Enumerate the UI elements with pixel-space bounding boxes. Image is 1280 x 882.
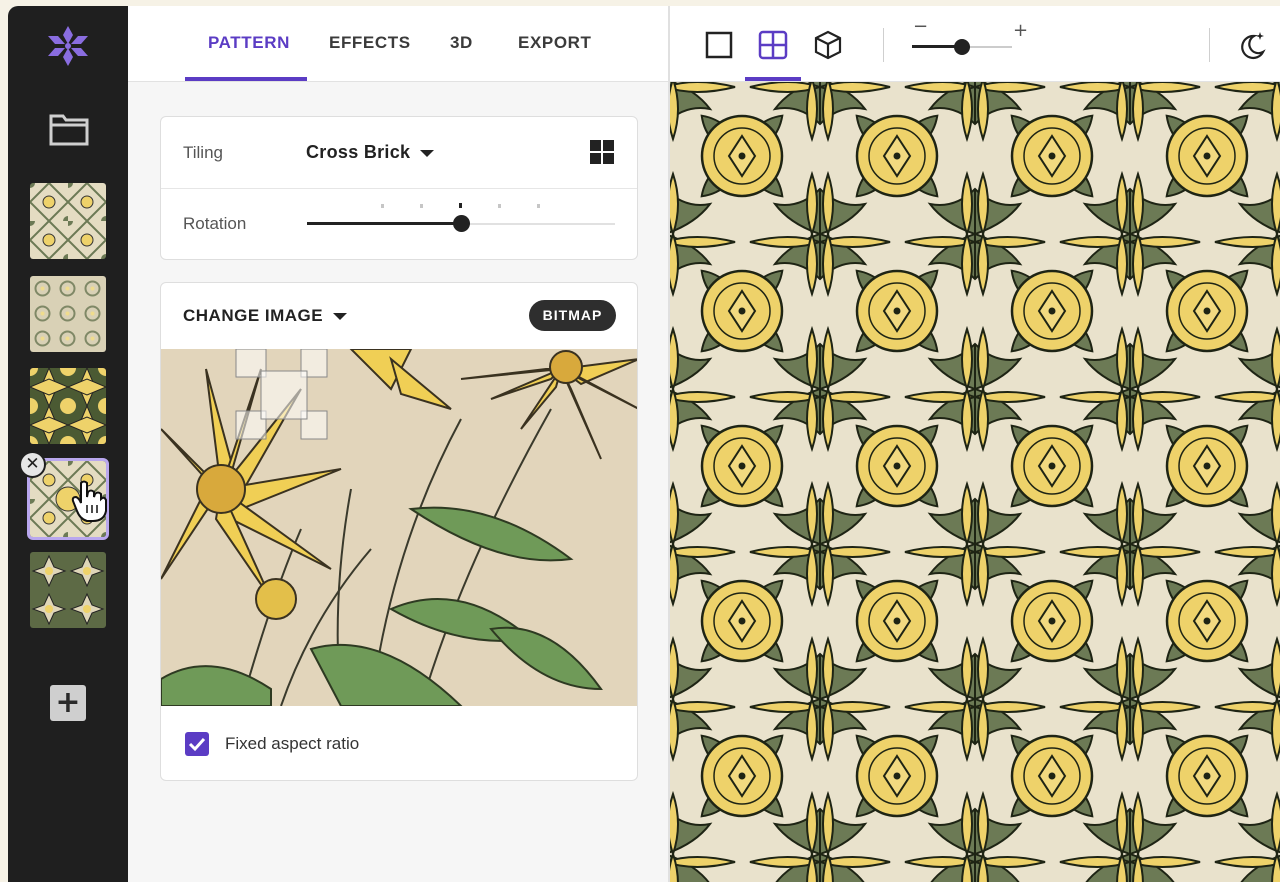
zoom-minus-label[interactable]: − [913, 16, 928, 37]
chevron-down-icon [333, 313, 348, 321]
pattern-thumb-2[interactable] [30, 276, 106, 352]
toolbar-separator [1209, 28, 1210, 62]
rotation-tick [498, 204, 501, 208]
pattern-thumb-3[interactable] [30, 368, 106, 444]
pattern-preview-canvas[interactable] [670, 82, 1280, 882]
bitmap-badge: BITMAP [529, 300, 616, 331]
single-tile-icon[interactable] [704, 30, 734, 60]
tiled-view-icon[interactable] [758, 30, 788, 60]
tiling-value: Cross Brick [306, 142, 411, 162]
tab-pattern[interactable]: PATTERN [208, 33, 290, 53]
3d-cube-icon[interactable] [813, 30, 843, 60]
zoom-slider[interactable] [912, 39, 1012, 55]
pattern-thumb-5[interactable] [30, 552, 106, 628]
add-pattern-button[interactable]: + [50, 685, 86, 721]
rotation-tick [381, 204, 384, 208]
change-image-dropdown[interactable]: CHANGE IMAGE [183, 306, 348, 326]
image-card: CHANGE IMAGE BITMAP Fixed aspect ratio [160, 282, 638, 781]
hand-cursor-icon [71, 480, 107, 522]
snowflake-logo-icon[interactable] [45, 24, 91, 68]
rotation-slider-fill [307, 222, 461, 225]
rotation-tick [420, 204, 423, 208]
tab-effects[interactable]: EFFECTS [329, 33, 411, 53]
canvas-toolbar: − + [670, 6, 1280, 82]
toolbar-separator [883, 28, 884, 62]
source-image[interactable] [161, 349, 638, 706]
sidebar: ✕ + [8, 6, 128, 882]
moon-stars-icon[interactable] [1236, 30, 1266, 60]
fixed-aspect-checkbox[interactable] [185, 732, 209, 756]
change-image-label: CHANGE IMAGE [183, 306, 324, 325]
chevron-down-icon [420, 149, 435, 157]
tiling-label: Tiling [183, 143, 223, 162]
checkmark-icon [188, 737, 206, 752]
tiling-dropdown[interactable]: Cross Brick [306, 142, 435, 163]
rotation-tick [537, 204, 540, 208]
tab-export[interactable]: EXPORT [518, 33, 592, 53]
app-window: ✕ + PATTERN EFFECTS 3D EXPORT Tiling Cro… [8, 6, 1280, 882]
folder-icon[interactable] [48, 111, 90, 147]
rotation-slider[interactable] [307, 215, 615, 232]
divider [161, 188, 637, 189]
tab-3d[interactable]: 3D [450, 33, 473, 53]
tiling-card: Tiling Cross Brick Rotation [160, 116, 638, 260]
panel-tabs: PATTERN EFFECTS 3D EXPORT [128, 6, 669, 82]
remove-thumb-button[interactable]: ✕ [19, 451, 46, 478]
rotation-slider-thumb[interactable] [453, 215, 470, 232]
pattern-thumb-1[interactable] [30, 183, 106, 259]
active-view-indicator [745, 77, 801, 81]
rotation-label: Rotation [183, 214, 247, 233]
rotation-tick-center [459, 203, 462, 208]
zoom-plus-label[interactable]: + [1013, 20, 1028, 41]
active-tab-indicator [185, 77, 307, 81]
fixed-aspect-label: Fixed aspect ratio [225, 734, 360, 753]
zoom-slider-thumb[interactable] [954, 39, 970, 55]
grid-icon[interactable] [590, 140, 614, 164]
